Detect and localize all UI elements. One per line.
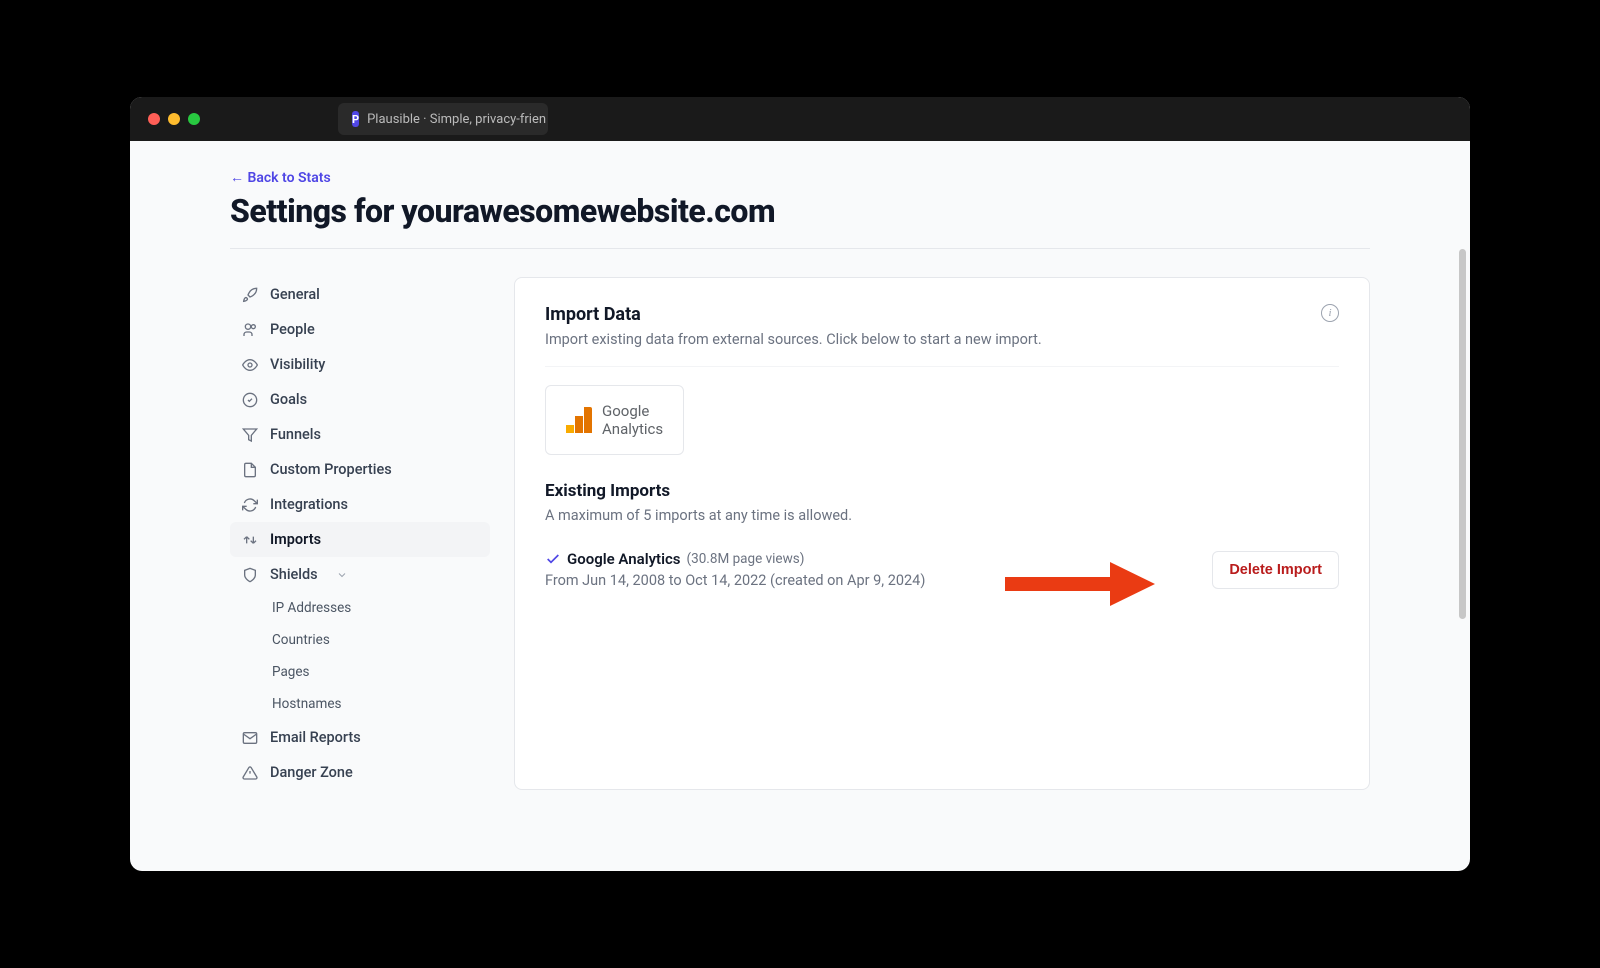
arrows-updown-icon (242, 532, 258, 548)
nav-label: Visibility (270, 356, 325, 373)
nav-general[interactable]: General (230, 277, 490, 312)
nav-email-reports[interactable]: Email Reports (230, 720, 490, 755)
nav-shields[interactable]: Shields (230, 557, 490, 592)
eye-icon (242, 357, 258, 373)
nav-shields-pages[interactable]: Pages (230, 656, 490, 688)
panel-title: Import Data (545, 304, 1042, 325)
panel-description: Import existing data from external sourc… (545, 331, 1042, 348)
panel-divider (545, 366, 1339, 367)
mail-icon (242, 730, 258, 746)
check-circle-icon (242, 392, 258, 408)
page-title: Settings for yourawesomewebsite.com (230, 192, 1370, 230)
info-icon[interactable]: i (1321, 304, 1339, 322)
import-source-name: Google Analytics (567, 550, 681, 568)
google-analytics-import-button[interactable]: Google Analytics (545, 385, 684, 455)
import-dates: From Jun 14, 2008 to Oct 14, 2022 (creat… (545, 572, 925, 589)
import-panel: Import Data Import existing data from ex… (514, 277, 1370, 790)
import-row: Google Analytics (30.8M page views) From… (545, 550, 1339, 589)
nav-goals[interactable]: Goals (230, 382, 490, 417)
nav-label: Custom Properties (270, 461, 392, 478)
tab-title: Plausible · Simple, privacy-frien (367, 112, 546, 127)
scrollbar[interactable] (1459, 249, 1466, 619)
back-to-stats-link[interactable]: ← Back to Stats (230, 169, 331, 186)
refresh-icon (242, 497, 258, 513)
existing-imports-title: Existing Imports (545, 481, 1339, 501)
nav-shields-ip[interactable]: IP Addresses (230, 592, 490, 624)
chevron-down-icon (336, 569, 348, 581)
nav-label: Goals (270, 391, 307, 408)
nav-label: Imports (270, 531, 321, 548)
existing-imports-description: A maximum of 5 imports at any time is al… (545, 507, 1339, 524)
nav-shields-hostnames[interactable]: Hostnames (230, 688, 490, 720)
nav-funnels[interactable]: Funnels (230, 417, 490, 452)
close-window-button[interactable] (148, 113, 160, 125)
maximize-window-button[interactable] (188, 113, 200, 125)
app-window: P Plausible · Simple, privacy-frien ← Ba… (130, 97, 1470, 871)
traffic-lights (148, 113, 200, 125)
check-icon (545, 551, 561, 567)
google-analytics-icon (566, 407, 592, 433)
nav-shields-countries[interactable]: Countries (230, 624, 490, 656)
document-icon (242, 462, 258, 478)
nav-integrations[interactable]: Integrations (230, 487, 490, 522)
nav-label: Integrations (270, 496, 348, 513)
nav-label: People (270, 321, 315, 338)
tab-favicon: P (352, 111, 359, 127)
users-icon (242, 322, 258, 338)
nav-label: Danger Zone (270, 764, 353, 781)
browser-tab[interactable]: P Plausible · Simple, privacy-frien (338, 103, 548, 135)
funnel-icon (242, 427, 258, 443)
nav-label: General (270, 286, 320, 303)
warning-icon (242, 765, 258, 781)
rocket-icon (242, 287, 258, 303)
delete-import-button[interactable]: Delete Import (1212, 551, 1339, 589)
nav-label: Email Reports (270, 729, 361, 746)
nav-people[interactable]: People (230, 312, 490, 347)
nav-custom-properties[interactable]: Custom Properties (230, 452, 490, 487)
nav-danger-zone[interactable]: Danger Zone (230, 755, 490, 790)
settings-sidebar: General People Visibility (230, 277, 490, 790)
nav-imports[interactable]: Imports (230, 522, 490, 557)
nav-label: Shields (270, 566, 318, 583)
minimize-window-button[interactable] (168, 113, 180, 125)
import-meta: (30.8M page views) (687, 551, 805, 567)
google-analytics-label: Google Analytics (602, 402, 663, 438)
nav-label: Funnels (270, 426, 321, 443)
header-divider (230, 248, 1370, 249)
shield-icon (242, 567, 258, 583)
nav-visibility[interactable]: Visibility (230, 347, 490, 382)
titlebar: P Plausible · Simple, privacy-frien (130, 97, 1470, 141)
page-content: ← Back to Stats Settings for yourawesome… (130, 141, 1470, 871)
